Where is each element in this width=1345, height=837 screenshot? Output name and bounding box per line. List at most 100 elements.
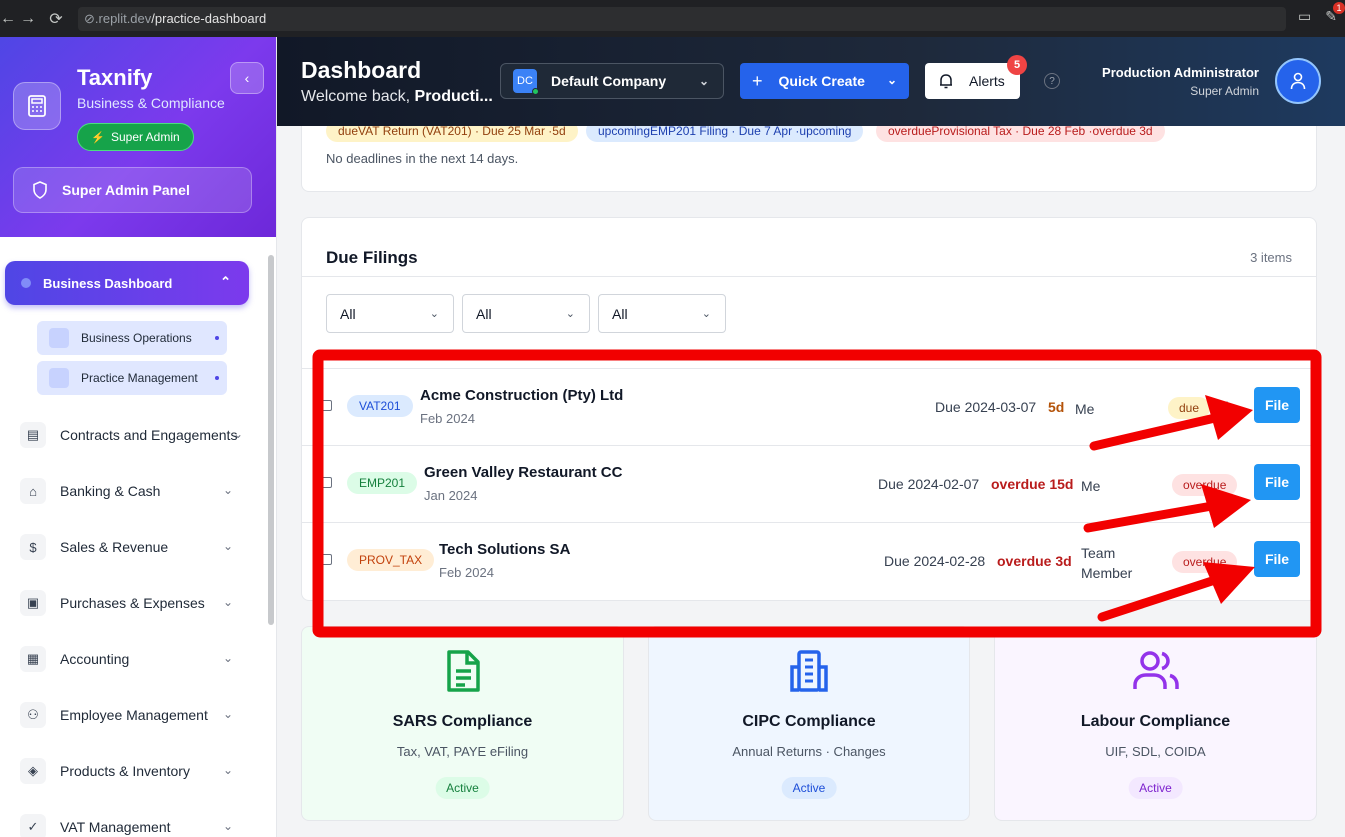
sidebar-item-label: Products & Inventory: [60, 763, 190, 779]
back-icon[interactable]: ←: [0, 10, 16, 28]
labour-compliance-card[interactable]: Labour Compliance UIF, SDL, COIDA Active: [994, 626, 1317, 821]
status-badge: overdue: [1172, 551, 1238, 573]
company-selector[interactable]: DC Default Company ⌄: [500, 63, 724, 99]
row-checkbox[interactable]: [321, 400, 332, 411]
sidebar-subitem-label: Practice Management: [81, 371, 198, 385]
status-badge: Active: [435, 777, 490, 799]
file-text-icon: [446, 650, 480, 692]
deadline-chip[interactable]: overdueProvisional Tax · Due 28 Feb ·ove…: [876, 126, 1165, 142]
filter-select[interactable]: All ⌄: [598, 294, 726, 333]
status-badge: overdue: [1172, 474, 1238, 496]
deadline-chip[interactable]: dueVAT Return (VAT201) · Due 25 Mar ·5d: [326, 126, 578, 142]
file-button[interactable]: File: [1254, 387, 1300, 423]
sidebar-item-sales[interactable]: $ Sales & Revenue ⌄: [20, 532, 245, 562]
calculator-logo-icon: [13, 82, 61, 130]
filing-type-badge: VAT201: [347, 395, 413, 417]
super-admin-badge: ⚡ Super Admin: [77, 123, 194, 151]
sidebar-item-label: Employee Management: [60, 707, 208, 723]
sidebar-subitem-practice-management[interactable]: Practice Management: [37, 361, 227, 395]
plus-icon: +: [752, 70, 763, 91]
deadline-chip[interactable]: upcomingEMP201 Filing · Due 7 Apr ·upcom…: [586, 126, 864, 142]
file-button[interactable]: File: [1254, 464, 1300, 500]
filing-type-badge: PROV_TAX: [347, 549, 435, 571]
extension-badge: 1: [1333, 2, 1345, 14]
sidebar-item-contracts[interactable]: ▤ Contracts and Engagements ⌄: [20, 420, 245, 450]
filter-select[interactable]: All ⌄: [326, 294, 454, 333]
bullet-icon: [215, 336, 219, 340]
reload-icon[interactable]: ⟳: [42, 9, 70, 29]
brand-subtitle: Business & Compliance: [77, 95, 225, 111]
chip-label: upcomingEMP201 Filing · Due 7 Apr ·upcom…: [598, 126, 852, 138]
sidebar-item-products[interactable]: ◈ Products & Inventory ⌄: [20, 756, 245, 786]
welcome-text: Welcome back, Producti...: [301, 88, 493, 106]
sidebar-item-banking[interactable]: ⌂ Banking & Cash ⌄: [20, 476, 245, 506]
sidebar-item-accounting[interactable]: ▦ Accounting ⌄: [20, 644, 245, 674]
collapse-sidebar-button[interactable]: ‹: [230, 62, 264, 94]
super-admin-panel-button[interactable]: Super Admin Panel: [13, 167, 252, 213]
table-row: PROV_TAX Tech Solutions SA Feb 2024 Due …: [302, 522, 1316, 599]
address-bar[interactable]: ⊘.replit.dev/practice-dashboard: [78, 7, 1286, 31]
row-checkbox[interactable]: [321, 554, 332, 565]
welcome-name: Producti...: [414, 88, 493, 105]
sidebar-item-label: Contracts and Engagements: [60, 427, 238, 443]
help-icon[interactable]: ?: [1044, 73, 1060, 89]
chevron-down-icon: ⌄: [222, 651, 233, 665]
days-remaining: 5d: [1048, 399, 1065, 415]
client-name: Tech Solutions SA: [439, 541, 571, 558]
receipt-icon: ▣: [20, 590, 46, 616]
sidebar-nav: Business Dashboard ⌃ Business Operations…: [0, 237, 276, 837]
user-avatar[interactable]: [1275, 58, 1321, 104]
items-count: 3 items: [1250, 250, 1292, 265]
chevron-down-icon: ⌄: [886, 73, 897, 87]
row-checkbox[interactable]: [321, 477, 332, 488]
alerts-count-badge: 5: [1007, 55, 1027, 75]
user-role: Super Admin: [1190, 84, 1259, 98]
sars-compliance-card[interactable]: SARS Compliance Tax, VAT, PAYE eFiling A…: [301, 626, 624, 821]
card-subtitle: Tax, VAT, PAYE eFiling: [396, 744, 529, 759]
filter-select[interactable]: All ⌄: [462, 294, 590, 333]
sidebar-item-label: Business Dashboard: [43, 275, 173, 291]
chip-label: overdueProvisional Tax · Due 28 Feb ·ove…: [888, 126, 1153, 138]
sidebar-scrollbar[interactable]: [268, 255, 274, 625]
filter-value: All: [476, 305, 492, 322]
chevron-down-icon: ⌄: [429, 308, 439, 320]
days-overdue: overdue 15d: [991, 476, 1074, 492]
devices-icon[interactable]: ▭: [1298, 8, 1311, 25]
filing-period: Jan 2024: [424, 488, 478, 503]
paperclip-icon[interactable]: ⌇: [1224, 399, 1231, 416]
extension-icon[interactable]: ✎ 1: [1325, 2, 1345, 25]
brand-name: Taxnify: [77, 65, 153, 90]
chevron-down-icon: ⌄: [222, 707, 233, 721]
file-button[interactable]: File: [1254, 541, 1300, 577]
due-filings-card: Due Filings 3 items All ⌄ All ⌄ All ⌄ VAT20…: [301, 217, 1317, 601]
company-avatar: DC: [513, 69, 539, 95]
sidebar-subitem-business-operations[interactable]: Business Operations: [37, 321, 227, 355]
vat-icon: ✓: [20, 814, 46, 837]
sidebar-item-vat[interactable]: ✓ VAT Management ⌄: [20, 812, 245, 837]
sidebar-header: Taxnify Business & Compliance ⚡ Super Adm…: [0, 37, 276, 237]
filter-value: All: [340, 305, 356, 322]
chip-label: dueVAT Return (VAT201) · Due 25 Mar ·5d: [338, 126, 566, 138]
quick-create-button[interactable]: + Quick Create ⌄: [740, 63, 909, 99]
card-subtitle: UIF, SDL, COIDA: [1105, 744, 1206, 759]
forward-icon[interactable]: →: [14, 10, 42, 28]
sidebar-item-purchases[interactable]: ▣ Purchases & Expenses ⌄: [20, 588, 245, 618]
due-date: Due 2024-03-07: [935, 399, 1037, 415]
cipc-compliance-card[interactable]: CIPC Compliance Annual Returns · Changes…: [648, 626, 970, 821]
chevron-down-icon: ⌄: [222, 483, 233, 497]
browser-toolbar: ← → ⟳ ⊘.replit.dev/practice-dashboard ▭ …: [0, 0, 1345, 37]
link-icon: ⊘: [84, 11, 95, 26]
status-badge: Active: [1128, 777, 1183, 799]
assignee: Team Member: [1081, 545, 1133, 581]
sidebar-item-label: Purchases & Expenses: [60, 595, 205, 611]
sidebar-item-employees[interactable]: ⚇ Employee Management ⌄: [20, 700, 245, 730]
sidebar-item-business-dashboard[interactable]: Business Dashboard ⌃: [5, 261, 249, 305]
user-icon: [1290, 72, 1306, 90]
main-content: dueVAT Return (VAT201) · Due 25 Mar ·5d …: [277, 126, 1345, 837]
filter-value: All: [612, 305, 628, 322]
status-badge: Active: [781, 777, 837, 799]
alerts-label: Alerts: [969, 73, 1005, 89]
alerts-button[interactable]: Alerts 5: [925, 55, 1027, 99]
url-path: /practice-dashboard: [151, 11, 267, 26]
divider: [302, 276, 1316, 277]
